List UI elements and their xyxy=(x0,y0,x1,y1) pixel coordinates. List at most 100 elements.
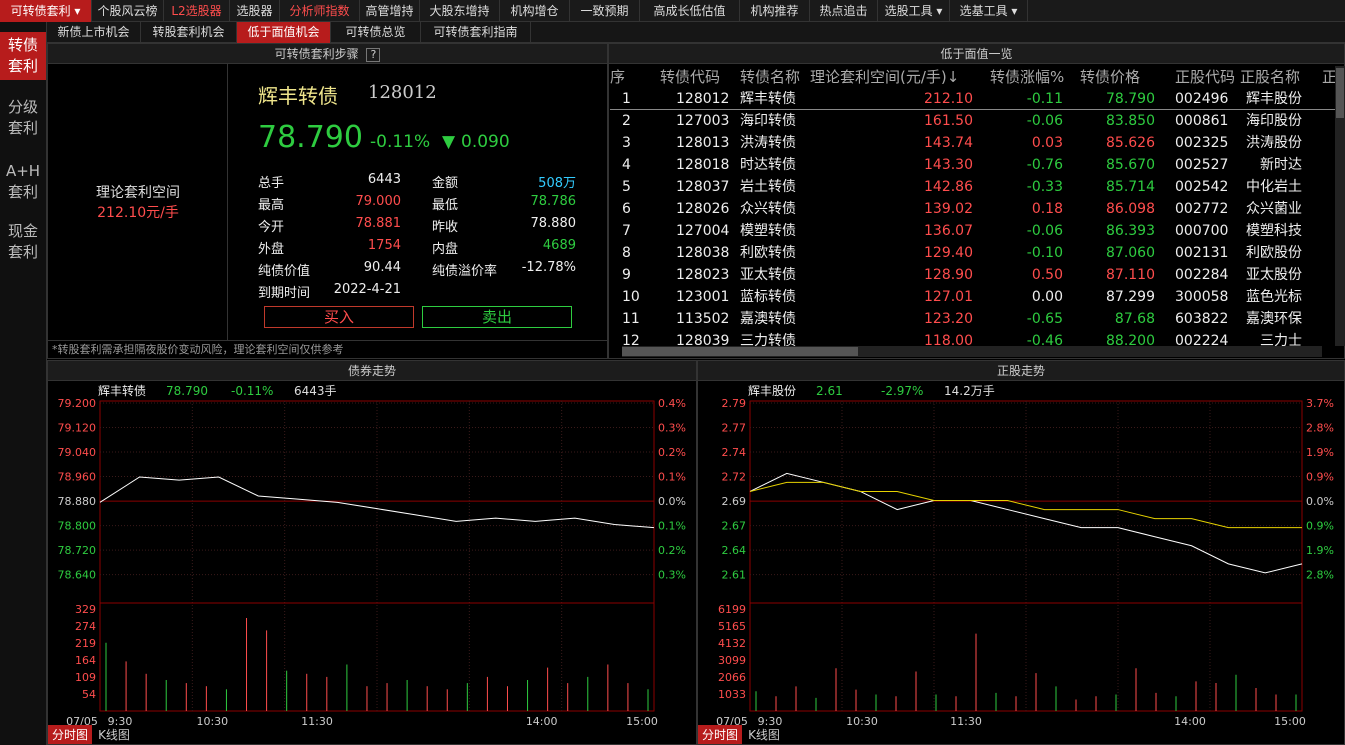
column-header-2[interactable]: 转债名称 xyxy=(740,66,800,88)
y-tick-right: 0.4% xyxy=(658,397,686,410)
tab-time-share-label: 分时图 xyxy=(702,728,738,742)
cell-1: 128037 xyxy=(676,179,730,195)
nav-tab-10[interactable]: 机构推荐 xyxy=(740,0,810,22)
cell-6: 002131 xyxy=(1175,245,1229,261)
scrollbar-thumb[interactable] xyxy=(622,347,858,356)
y-tick-left: 2.69 xyxy=(722,495,747,508)
table-row[interactable]: 6 128026 众兴转债 139.02 0.18 86.098 002772 众兴菌业 xyxy=(610,198,1335,220)
bond-trend-chart: 辉丰转债 78.790 -0.11% 6443手 79.200 0.4% 79.120 0.3… xyxy=(48,383,686,744)
cell-2: 嘉澳转债 xyxy=(740,311,796,327)
column-header-4[interactable]: 转债涨幅% xyxy=(990,66,1064,88)
column-header-7[interactable]: 正股名称 xyxy=(1240,66,1300,88)
sell-button[interactable]: 卖出 xyxy=(422,306,572,328)
vol-tick: 2066 xyxy=(718,671,746,684)
risk-note: *转股套利需承担隔夜股价变动风险，理论套利空间仅供参考 xyxy=(48,340,607,358)
table-row[interactable]: 3 128013 洪涛转债 143.74 0.03 85.626 002325 洪涛股份 xyxy=(610,132,1335,154)
legend-price: 2.61 xyxy=(816,384,843,398)
nav-tab-9[interactable]: 高成长低估值 xyxy=(640,0,740,22)
nav-tab-1[interactable]: 个股风云榜 xyxy=(92,0,164,22)
quote-v2-1: 78.786 xyxy=(530,194,577,209)
cell-6: 002325 xyxy=(1175,135,1229,151)
quote-k2-0: 金额 xyxy=(432,176,459,191)
sub-tab-4[interactable]: 可转债套利指南 xyxy=(421,22,531,43)
stock-chart-panel: 正股走势 辉丰股份 2.61 -2.97% 14.2万手 2.79 3.7% 2.77 2.8… xyxy=(697,360,1345,745)
help-icon[interactable]: ? xyxy=(366,48,381,62)
down-arrow-icon: ▼ xyxy=(442,132,456,152)
sidebar-item-2[interactable]: A+H 套利 xyxy=(0,158,46,204)
y-tick-right: 0.1% xyxy=(658,520,686,533)
tab-kline-label[interactable]: K线图 xyxy=(748,728,780,742)
table-row[interactable]: 4 128018 时达转债 143.30 -0.76 85.670 002527 新时达 xyxy=(610,154,1335,176)
column-header-5[interactable]: 转债价格 xyxy=(1080,66,1140,88)
nav-tab-7[interactable]: 机构增仓 xyxy=(500,0,570,22)
buy-button[interactable]: 买入 xyxy=(264,306,414,328)
cell-6: 300058 xyxy=(1175,289,1229,305)
y-tick-right: 0.2% xyxy=(658,544,686,557)
vertical-scrollbar[interactable] xyxy=(1335,66,1345,346)
table-row[interactable]: 10 123001 蓝标转债 127.01 0.00 87.299 300058 蓝色光标 xyxy=(610,286,1335,308)
sidebar-item-1[interactable]: 分级 套利 xyxy=(0,94,46,140)
sidebar-item-0[interactable]: 转债 套利 xyxy=(0,32,46,80)
sub-tab-2[interactable]: 低于面值机会 xyxy=(237,22,331,43)
table-row[interactable]: 2 127003 海印转债 161.50 -0.06 83.850 000861 海印股份 xyxy=(610,110,1335,132)
x-tick: 9:30 xyxy=(108,715,133,728)
column-header-6[interactable]: 正股代码 xyxy=(1175,66,1235,88)
nav-tab-13[interactable]: 选基工具 ▾ xyxy=(950,0,1028,22)
cell-0: 1 xyxy=(622,91,631,107)
sub-tab-1[interactable]: 转股套利机会 xyxy=(141,22,237,43)
sidebar-item-3[interactable]: 现金 套利 xyxy=(0,218,46,264)
cell-3: 128.90 xyxy=(924,267,973,283)
cell-2: 海印转债 xyxy=(740,113,796,129)
horizontal-scrollbar[interactable] xyxy=(622,346,1322,357)
table-row[interactable]: 7 127004 模塑转债 136.07 -0.06 86.393 000700 模塑科技 xyxy=(610,220,1335,242)
column-header-0[interactable]: 序 xyxy=(610,66,625,88)
vol-tick: 109 xyxy=(75,671,96,684)
cell-2: 利欧转债 xyxy=(740,245,796,261)
cell-0: 4 xyxy=(622,157,631,173)
quote-k1-3: 外盘 xyxy=(258,242,285,257)
nav-tab-8[interactable]: 一致预期 xyxy=(570,0,640,22)
cell-5: 87.060 xyxy=(1106,245,1155,261)
sub-tab-0[interactable]: 新债上市机会 xyxy=(47,22,141,43)
quote-k1-5: 到期时间 xyxy=(258,286,311,301)
nav-tab-3[interactable]: 选股器 xyxy=(230,0,280,22)
y-tick-left: 78.640 xyxy=(58,569,97,582)
table-row[interactable]: 1 128012 辉丰转债 212.10 -0.11 78.790 002496 辉丰股份 xyxy=(610,88,1335,110)
space-value: 212.10元/手 xyxy=(97,205,179,221)
tab-kline-label[interactable]: K线图 xyxy=(98,728,130,742)
table-row[interactable]: 11 113502 嘉澳转债 123.20 -0.65 87.68 603822 嘉澳环保 xyxy=(610,308,1335,330)
cell-0: 2 xyxy=(622,113,631,129)
x-tick: 9:30 xyxy=(758,715,783,728)
cell-0: 5 xyxy=(622,179,631,195)
column-header-3[interactable]: 理论套利空间(元/手)↓ xyxy=(810,66,959,88)
table-row[interactable]: 9 128023 亚太转债 128.90 0.50 87.110 002284 亚太股份 xyxy=(610,264,1335,286)
vol-tick: 4132 xyxy=(718,637,746,650)
cell-1: 128013 xyxy=(676,135,730,151)
y-tick-right: 0.1% xyxy=(658,471,686,484)
nav-tab-0[interactable]: 可转债套利 ▾ xyxy=(0,0,92,22)
cell-1: 127003 xyxy=(676,113,730,129)
sub-tab-3[interactable]: 可转债总览 xyxy=(331,22,421,43)
cell-4: 0.00 xyxy=(1031,289,1063,305)
nav-tab-6[interactable]: 大股东增持 xyxy=(420,0,500,22)
y-tick-right: 0.0% xyxy=(1306,495,1334,508)
x-tick: 10:30 xyxy=(846,715,878,728)
cell-6: 000700 xyxy=(1175,223,1229,239)
quote-k2-3: 内盘 xyxy=(432,242,459,257)
table-row[interactable]: 5 128037 岩土转债 142.86 -0.33 85.714 002542 中化岩土 xyxy=(610,176,1335,198)
nav-tab-5[interactable]: 高管增持 xyxy=(360,0,420,22)
cell-3: 129.40 xyxy=(924,245,973,261)
quote-v1-4: 90.44 xyxy=(363,260,401,275)
y-tick-right: 1.9% xyxy=(1306,446,1334,459)
top-nav: 可转债套利 ▾ 个股风云榜 L2选股器 选股器 分析师指数 高管增持 大股东增持 机构增仓 一致… xyxy=(0,0,1345,22)
vertical-scrollbar-thumb[interactable] xyxy=(1336,68,1344,118)
table-row[interactable]: 8 128038 利欧转债 129.40 -0.10 87.060 002131 利欧股份 xyxy=(610,242,1335,264)
cell-0: 8 xyxy=(622,245,631,261)
y-tick-left: 2.67 xyxy=(722,520,747,533)
nav-tab-11[interactable]: 热点追击 xyxy=(810,0,878,22)
nav-tab-12[interactable]: 选股工具 ▾ xyxy=(878,0,950,22)
nav-tab-2[interactable]: L2选股器 xyxy=(164,0,230,22)
nav-tab-4[interactable]: 分析师指数 xyxy=(280,0,360,22)
column-header-1[interactable]: 转债代码 xyxy=(660,66,720,88)
y-tick-right: 3.7% xyxy=(1306,397,1334,410)
